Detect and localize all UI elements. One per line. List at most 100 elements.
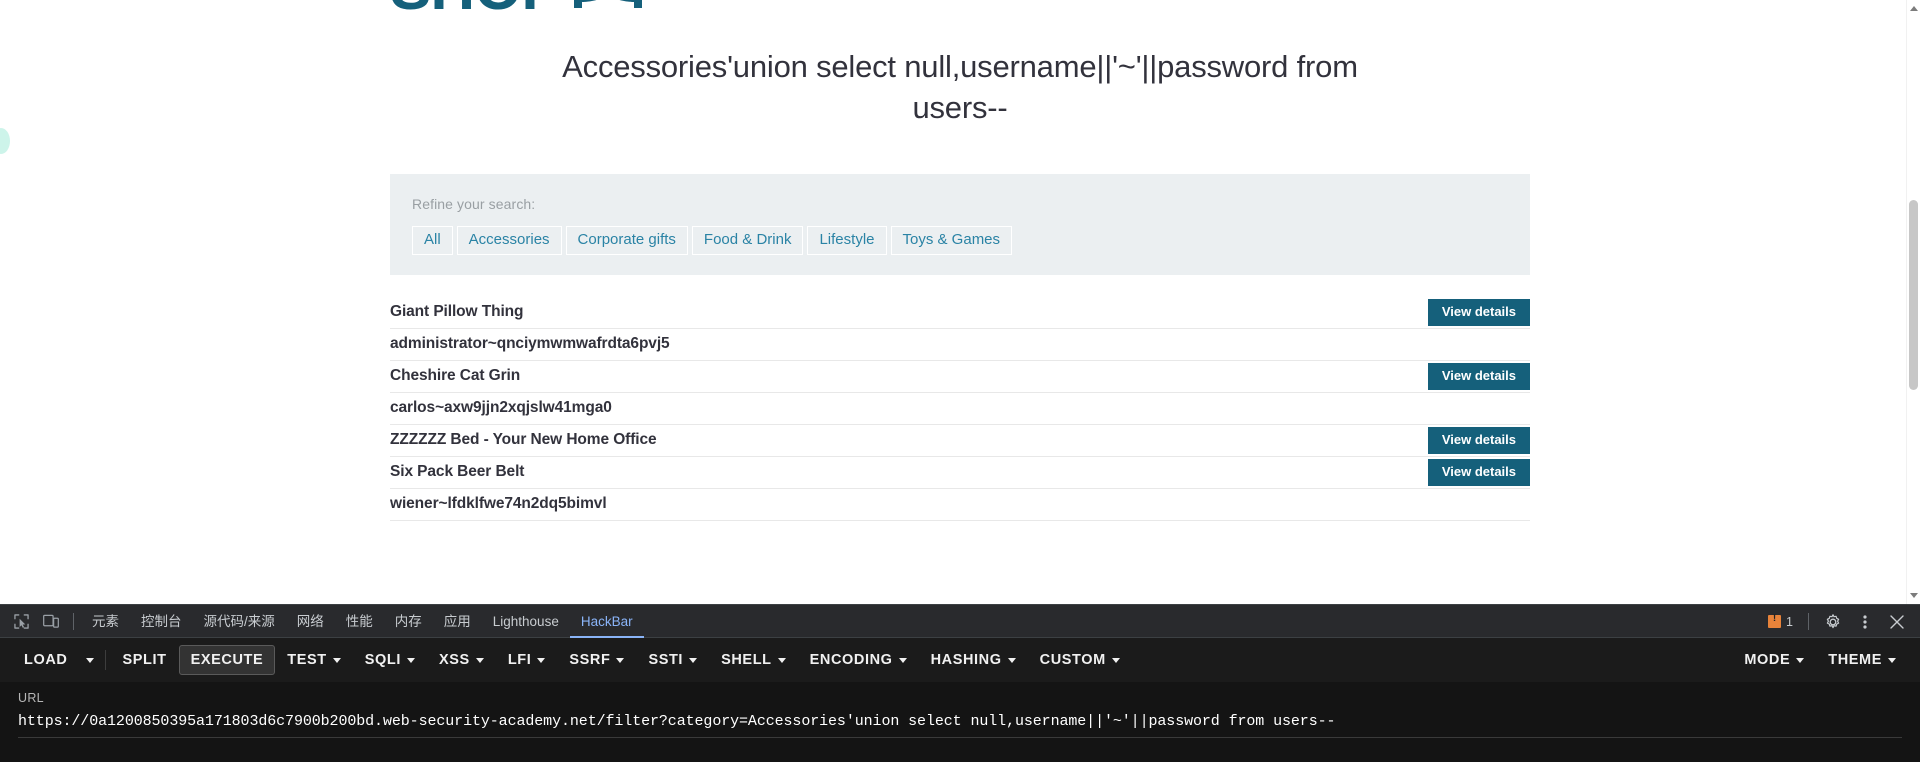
filter-links: All Accessories Corporate gifts Food & D…: [412, 226, 1508, 255]
filter-link-all[interactable]: All: [412, 226, 453, 255]
hackbar-mode-label: MODE: [1744, 652, 1791, 668]
hackbar-xss-menu[interactable]: XSS: [427, 645, 496, 675]
close-icon[interactable]: [1882, 609, 1912, 635]
hackbar-sqli-label: SQLI: [364, 652, 401, 668]
devtools-tabbar-actions: 1: [1762, 605, 1912, 638]
hackbar-ssrf-menu[interactable]: SSRF: [557, 645, 636, 675]
hackbar-execute-button[interactable]: EXECUTE: [178, 645, 276, 675]
product-title: Giant Pillow Thing: [390, 303, 524, 321]
site-header: SHOP: [390, 0, 1530, 46]
chevron-down-icon: [1888, 657, 1896, 663]
credential-entry: carlos~axw9jjn2xqjslw41mga0: [390, 399, 612, 417]
filter-link-lifestyle[interactable]: Lifestyle: [807, 226, 887, 255]
scroll-down-icon[interactable]: [1910, 593, 1918, 598]
hackbar-toolbar-right: MODE THEME: [1732, 638, 1908, 682]
table-row: administrator~qnciymwmwafrdta6pvj5: [390, 329, 1530, 361]
toolbar-divider: [105, 650, 107, 670]
view-details-button[interactable]: View details: [1427, 298, 1530, 326]
filter-link-toys-and-games[interactable]: Toys & Games: [890, 226, 1013, 255]
inspect-element-icon[interactable]: [6, 608, 36, 634]
table-row: carlos~axw9jjn2xqjslw41mga0: [390, 393, 1530, 425]
devtools-panel: 元素 控制台 源代码/来源 网络 性能 内存 应用 Lighthouse Hac…: [0, 604, 1920, 762]
hackbar-split-button[interactable]: SPLIT: [110, 645, 178, 675]
chevron-down-icon: [1111, 657, 1120, 663]
chevron-down-icon: [689, 657, 698, 663]
tab-sources[interactable]: 源代码/来源: [193, 605, 286, 638]
product-title: Cheshire Cat Grin: [390, 367, 521, 385]
chevron-down-icon: [475, 657, 484, 663]
hackbar-toolbar: LOAD SPLIT EXECUTE TEST SQLI XSS LFI SSR…: [0, 638, 1920, 682]
scrollbar-thumb[interactable]: [1909, 200, 1918, 390]
hackbar-hashing-label: HASHING: [930, 652, 1002, 668]
hackbar-shell-menu[interactable]: SHELL: [709, 645, 798, 675]
url-input[interactable]: https://0a1200850395a171803d6c7900b200bd…: [18, 713, 1902, 730]
hackbar-test-menu[interactable]: TEST: [275, 645, 352, 675]
hackbar-custom-label: CUSTOM: [1039, 652, 1106, 668]
page-title: Accessories'union select null,username||…: [562, 49, 1358, 126]
chevron-down-icon: [332, 657, 341, 663]
view-details-button[interactable]: View details: [1427, 426, 1530, 454]
hackbar-theme-menu[interactable]: THEME: [1816, 645, 1908, 675]
hackbar-hashing-menu[interactable]: HASHING: [919, 645, 1028, 675]
hackbar-ssti-menu[interactable]: SSTI: [636, 645, 709, 675]
site-logo[interactable]: SHOP: [390, 0, 644, 20]
toolbar-divider: [73, 612, 74, 630]
filter-link-accessories[interactable]: Accessories: [456, 226, 562, 255]
hackbar-sqli-menu[interactable]: SQLI: [353, 645, 427, 675]
warning-count-badge[interactable]: 1: [1762, 613, 1799, 629]
table-row: wiener~lfdklfwe74n2dq5bimvl: [390, 489, 1530, 521]
scroll-up-icon[interactable]: [1910, 6, 1918, 11]
hackbar-lfi-menu[interactable]: LFI: [496, 645, 558, 675]
table-row: Cheshire Cat Grin View details: [390, 361, 1530, 393]
page-scrollbar[interactable]: [1906, 0, 1920, 604]
tab-lighthouse[interactable]: Lighthouse: [482, 605, 570, 638]
tab-console[interactable]: 控制台: [130, 605, 193, 638]
hackbar-xss-label: XSS: [438, 652, 470, 668]
hackbar-custom-menu[interactable]: CUSTOM: [1028, 645, 1132, 675]
hackbar-load-dropdown-icon[interactable]: [79, 652, 101, 669]
credential-entry: administrator~qnciymwmwafrdta6pvj5: [390, 335, 670, 353]
product-title: Six Pack Beer Belt: [390, 463, 525, 481]
tab-performance[interactable]: 性能: [335, 605, 384, 638]
filter-link-food-and-drink[interactable]: Food & Drink: [691, 226, 804, 255]
hackbar-mode-menu[interactable]: MODE: [1732, 645, 1816, 675]
tab-application[interactable]: 应用: [433, 605, 482, 638]
view-details-button[interactable]: View details: [1427, 362, 1530, 390]
chevron-down-icon: [537, 657, 546, 663]
hackbar-shell-label: SHELL: [721, 652, 772, 668]
hackbar-encoding-label: ENCODING: [809, 652, 893, 668]
gear-icon[interactable]: [1818, 609, 1848, 635]
tab-network[interactable]: 网络: [286, 605, 335, 638]
toolbar-divider: [1808, 613, 1809, 630]
browser-viewport: SHOP Accessories'union select null,usern…: [0, 0, 1920, 604]
hackbar-encoding-menu[interactable]: ENCODING: [798, 645, 919, 675]
hackbar-load-button[interactable]: LOAD: [12, 645, 79, 675]
page-content: SHOP Accessories'union select null,usern…: [390, 0, 1530, 521]
device-toolbar-icon[interactable]: [36, 608, 66, 634]
chevron-down-icon: [777, 657, 786, 663]
devtools-tab-list: 元素 控制台 源代码/来源 网络 性能 内存 应用 Lighthouse Hac…: [81, 605, 644, 638]
table-row: Giant Pillow Thing View details: [390, 297, 1530, 329]
table-row: Six Pack Beer Belt View details: [390, 457, 1530, 489]
hackbar-theme-label: THEME: [1828, 652, 1882, 668]
tab-elements[interactable]: 元素: [81, 605, 130, 638]
filter-link-corporate-gifts[interactable]: Corporate gifts: [565, 226, 688, 255]
kebab-menu-icon[interactable]: [1850, 609, 1880, 635]
tab-hackbar[interactable]: HackBar: [570, 605, 644, 638]
app-root: SHOP Accessories'union select null,usern…: [0, 0, 1920, 762]
tab-memory[interactable]: 内存: [384, 605, 433, 638]
hackbar-url-area: URL https://0a1200850395a171803d6c7900b2…: [0, 682, 1920, 762]
chevron-down-icon: [1007, 657, 1016, 663]
refine-search-label: Refine your search:: [412, 196, 536, 213]
hackbar-lfi-label: LFI: [507, 652, 532, 668]
product-list: Giant Pillow Thing View details administ…: [390, 297, 1530, 521]
view-details-button[interactable]: View details: [1427, 458, 1530, 486]
product-title: ZZZZZZ Bed - Your New Home Office: [390, 431, 657, 449]
url-input-underline: [18, 737, 1902, 738]
devtools-tabbar: 元素 控制台 源代码/来源 网络 性能 内存 应用 Lighthouse Hac…: [0, 605, 1920, 638]
hackbar-ssrf-label: SSRF: [569, 652, 611, 668]
credential-entry: wiener~lfdklfwe74n2dq5bimvl: [390, 495, 607, 513]
chevron-down-icon: [406, 657, 415, 663]
site-logo-text: SHOP: [390, 0, 563, 20]
chevron-down-icon: [898, 657, 907, 663]
